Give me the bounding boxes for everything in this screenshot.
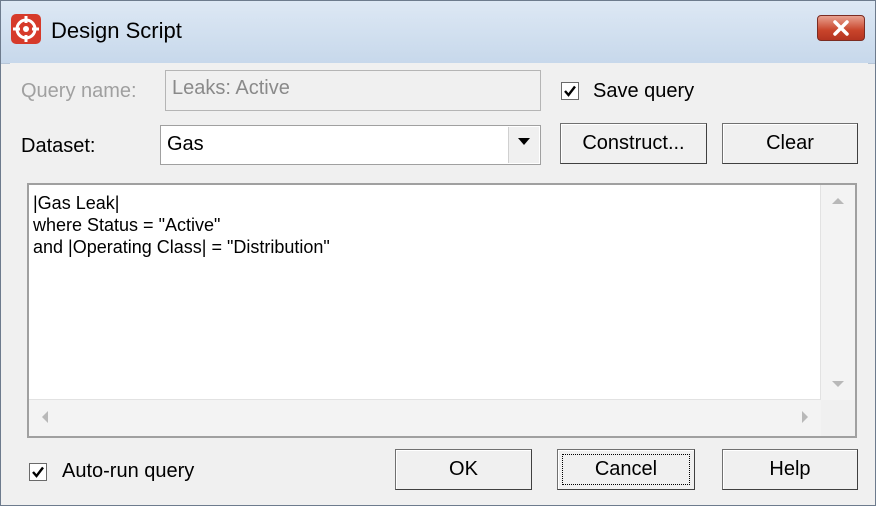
save-query-label: Save query bbox=[593, 80, 695, 102]
window-title: Design Script bbox=[51, 18, 182, 43]
scroll-right-arrow-icon[interactable] bbox=[801, 411, 809, 423]
design-script-dialog-window: Design Script Query name: Leaks: Active … bbox=[0, 0, 876, 506]
scroll-left-arrow-icon[interactable] bbox=[41, 411, 49, 423]
dataset-label: Dataset: bbox=[21, 135, 96, 157]
save-query-checkbox[interactable] bbox=[561, 82, 579, 100]
dropdown-arrow-button[interactable] bbox=[508, 127, 539, 163]
clear-button[interactable]: Clear bbox=[722, 123, 858, 164]
script-editor[interactable]: |Gas Leak| where Status = "Active" and |Op… bbox=[27, 183, 857, 438]
checkmark-icon bbox=[32, 466, 44, 478]
query-name-field[interactable]: Leaks: Active bbox=[165, 70, 541, 111]
vertical-scrollbar[interactable] bbox=[820, 185, 855, 400]
script-line: and |Operating Class| = "Distribution" bbox=[33, 237, 330, 257]
auto-run-label: Auto-run query bbox=[62, 460, 195, 482]
script-line: where Status = "Active" bbox=[33, 215, 221, 235]
script-text[interactable]: |Gas Leak| where Status = "Active" and |Op… bbox=[33, 192, 815, 258]
horizontal-scrollbar[interactable] bbox=[29, 399, 821, 436]
help-button[interactable]: Help bbox=[722, 449, 858, 490]
target-crosshair-icon bbox=[11, 14, 41, 44]
cancel-button[interactable]: Cancel bbox=[557, 449, 695, 490]
clear-button-label: Clear bbox=[766, 132, 814, 154]
construct-button[interactable]: Construct... bbox=[560, 123, 707, 164]
close-button[interactable] bbox=[817, 15, 865, 41]
dataset-value: Gas bbox=[167, 133, 204, 155]
auto-run-checkbox[interactable] bbox=[29, 463, 47, 481]
help-button-label: Help bbox=[769, 458, 811, 480]
ok-button-label: OK bbox=[449, 458, 478, 480]
ok-button[interactable]: OK bbox=[395, 449, 532, 490]
query-name-value: Leaks: Active bbox=[172, 77, 290, 99]
dataset-dropdown[interactable]: Gas bbox=[160, 125, 541, 165]
title-bar[interactable]: Design Script bbox=[1, 1, 875, 64]
close-icon bbox=[833, 20, 849, 36]
cancel-button-label: Cancel bbox=[594, 458, 658, 480]
construct-button-label: Construct... bbox=[582, 132, 685, 154]
checkmark-icon bbox=[564, 85, 576, 97]
dialog-body: Query name: Leaks: Active Save query Dat… bbox=[10, 63, 868, 501]
scroll-up-arrow-icon[interactable] bbox=[832, 197, 844, 205]
query-name-label: Query name: bbox=[21, 80, 137, 102]
scroll-down-arrow-icon[interactable] bbox=[832, 380, 844, 388]
chevron-down-icon bbox=[518, 138, 530, 145]
script-line: |Gas Leak| bbox=[33, 193, 120, 213]
scroll-corner bbox=[821, 400, 855, 436]
